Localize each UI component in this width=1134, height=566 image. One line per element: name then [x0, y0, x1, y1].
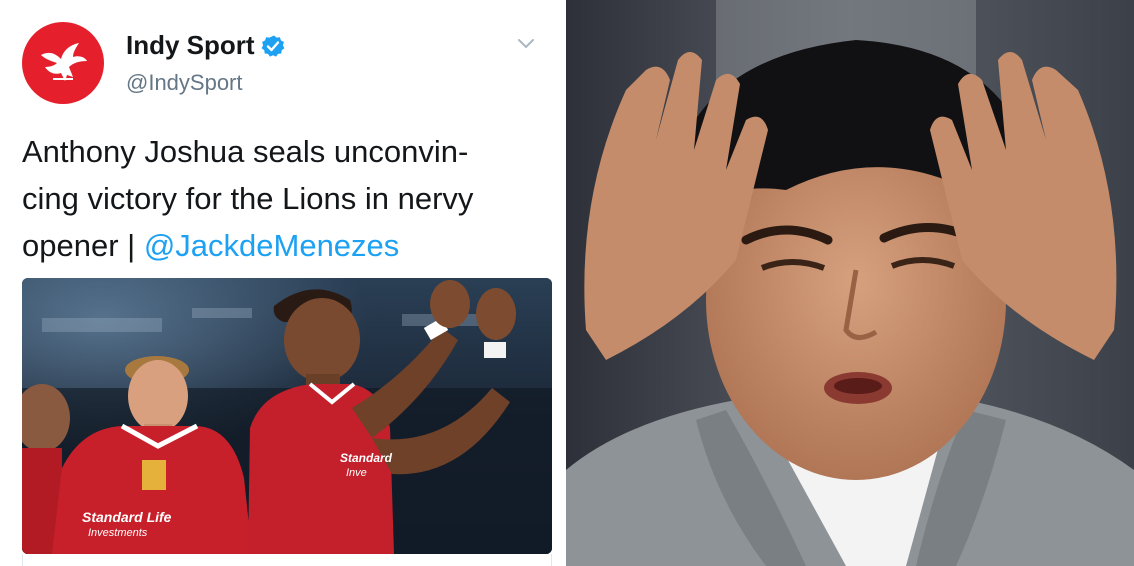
sponsor-text: Investments [88, 527, 148, 539]
reaction-photo [566, 0, 1134, 566]
verified-badge-icon [261, 34, 285, 58]
tweet-text-line: cing victory for the Lions in nervy [22, 181, 474, 216]
sponsor-text: Inve [346, 467, 367, 479]
tweet-card: Indy Sport @IndySport Anthony Joshua sea… [0, 0, 566, 566]
avatar[interactable] [22, 22, 104, 104]
tweet-text: Anthony Joshua seals unconvin- cing vict… [22, 128, 552, 269]
tweet-text-line: opener | @JackdeMenezes [22, 222, 552, 269]
user-handle[interactable]: @IndySport [126, 70, 243, 96]
display-name-text[interactable]: Indy Sport [126, 30, 255, 61]
sponsor-text: Standard Life [82, 509, 172, 525]
tweet-menu-button[interactable] [514, 34, 538, 54]
chevron-down-icon [518, 39, 534, 49]
author-mention-link[interactable]: @JackdeMenezes [144, 228, 399, 263]
display-name[interactable]: Indy Sport [126, 30, 285, 61]
sponsor-text: Standard [340, 451, 393, 465]
eagle-logo-icon [41, 43, 87, 81]
tweet-text-prefix: opener | [22, 228, 144, 263]
tweet-photo[interactable]: Standard Life Investments Standard Inve [22, 278, 552, 554]
tweet-text-line: Anthony Joshua seals unconvin- [22, 134, 469, 169]
photo-card-border [22, 554, 552, 566]
